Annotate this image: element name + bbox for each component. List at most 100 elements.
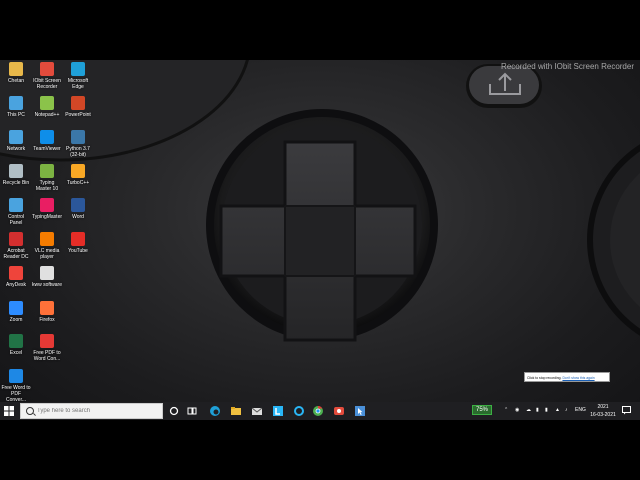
windows-start-icon[interactable] [4,406,14,416]
desktop-icon[interactable]: IObit Screen Recorder [32,62,62,90]
desktop-icon[interactable]: Chetan [1,62,31,84]
desktop-icon[interactable]: Acrobat Reader DC [1,232,31,260]
network-icon [9,130,23,144]
wifi-icon[interactable]: ▲ [555,405,560,415]
desktop-icon[interactable]: TeamViewer [32,130,62,152]
recording-tooltip: Click to stop recording. Don't show this… [524,372,610,382]
control-panel-icon [9,198,23,212]
desktop-icon-label: TypingMaster [32,214,63,220]
search-input[interactable] [37,406,157,416]
taskbar-clock[interactable]: 2021 16-03-2021 [585,402,621,420]
desktop-icon[interactable]: Free Word to PDF Conver... [1,369,31,403]
zoom-icon [9,301,23,315]
desktop-icon-label: Microsoft Edge [67,78,89,90]
taskbar [0,402,640,420]
desktop-icon-label: Word [72,214,84,220]
battery-indicator[interactable]: 75% [472,405,492,415]
desktop-icon[interactable]: Notepad++ [32,96,62,118]
recorder-icon [40,62,54,76]
notepad-icon [40,96,54,110]
clock-date: 16-03-2021 [590,412,616,418]
typingmaster2-icon [40,198,54,212]
desktop-icon-label: This PC [7,112,25,118]
desktop-icon[interactable]: Zoom [1,301,31,323]
recycle-bin-icon [9,164,23,178]
powerpoint-icon [71,96,85,110]
desktop-icon-label: kww software [32,282,63,288]
folder-icon [9,62,23,76]
recorder-watermark: Recorded with IObit Screen Recorder [501,62,634,71]
volume-icon[interactable]: ♪ [565,405,568,415]
desktop[interactable]: Recorded with IObit Screen Recorder Chet… [0,60,640,420]
desktop-icon[interactable]: Network [1,130,31,152]
desktop-icon-label: Recycle Bin [2,180,30,186]
desktop-icon-label: TurboC++ [66,180,90,186]
computer-icon [9,96,23,110]
people-icon[interactable]: ◉ [515,405,519,415]
word-icon [71,198,85,212]
desktop-icon-label: Notepad++ [34,112,60,118]
desktop-icon-label: Excel [9,350,23,356]
desktop-icon[interactable]: This PC [1,96,31,118]
tooltip-text: Click to stop recording. [527,376,562,380]
firefox-icon [40,301,54,315]
cloud-icon[interactable]: ☁ [526,405,531,415]
file-icon [40,266,54,280]
desktop-icon-label: Firefox [39,317,55,323]
typingmaster-icon [40,164,54,178]
desktop-icon[interactable]: Recycle Bin [1,164,31,186]
desktop-icon[interactable]: VLC media player [32,232,62,260]
acrobat-icon [9,232,23,246]
desktop-icon-label: Python 3.7 (32-bit) [66,146,90,158]
desktop-icon[interactable]: kww software [32,266,62,288]
edge-icon [71,62,85,76]
desktop-icon[interactable]: Word [63,198,93,220]
desktop-icon[interactable]: Typing Master 10 [32,164,62,192]
word-to-pdf-icon [9,369,23,383]
desktop-icon[interactable]: TurboC++ [63,164,93,186]
notification-icon[interactable] [622,406,631,415]
microphone-icon[interactable]: ▮ [536,405,539,415]
chrome-taskbar-icon[interactable] [312,405,324,417]
lync-icon[interactable] [272,405,284,417]
python-icon [71,130,85,144]
chevron-up-icon[interactable]: ⌃ [504,405,508,415]
iobit-recorder-taskbar-icon[interactable] [333,405,345,417]
cortana-icon[interactable] [168,405,180,417]
desktop-icon-label: Free PDF to Word Con... [33,350,61,362]
cursor-app-taskbar-icon[interactable] [354,405,366,417]
controller-wallpaper [0,60,640,342]
desktop-icon[interactable]: Control Panel [1,198,31,226]
taskbar-search-box[interactable] [20,403,163,419]
desktop-icon[interactable]: YouTube [63,232,93,254]
desktop-icon-label: Network [6,146,26,152]
desktop-icon[interactable]: AnyDesk [1,266,31,288]
task-view-icon[interactable] [186,405,198,417]
desktop-icon[interactable]: Excel [1,334,31,356]
battery-tray-icon[interactable]: ▮ [545,405,548,415]
dont-show-again-link[interactable]: Don't show this again [562,376,594,380]
desktop-icon-label: PowerPoint [65,112,91,118]
excel-icon [9,334,23,348]
desktop-icon-label: Control Panel [7,214,25,226]
pdf-to-word-icon [40,334,54,348]
clock-time: 2021 [597,404,609,410]
turboc-icon [71,164,85,178]
edge-taskbar-icon[interactable] [209,405,221,417]
desktop-icon[interactable]: Python 3.7 (32-bit) [63,130,93,158]
desktop-icon[interactable]: Free PDF to Word Con... [32,334,62,362]
desktop-icon-label: YouTube [68,248,88,254]
mail-icon[interactable] [251,405,263,417]
desktop-icon[interactable]: Firefox [32,301,62,323]
desktop-icon[interactable]: PowerPoint [63,96,93,118]
alexa-icon[interactable] [293,405,305,417]
desktop-icon-label: AnyDesk [5,282,26,288]
desktop-icon[interactable]: Microsoft Edge [63,62,93,90]
vlc-icon [40,232,54,246]
youtube-icon [71,232,85,246]
desktop-icon-label: Free Word to PDF Conver... [1,385,31,403]
anydesk-icon [9,266,23,280]
desktop-icon[interactable]: TypingMaster [32,198,62,220]
desktop-icon-label: Acrobat Reader DC [3,248,29,260]
file-explorer-icon[interactable] [230,405,242,417]
